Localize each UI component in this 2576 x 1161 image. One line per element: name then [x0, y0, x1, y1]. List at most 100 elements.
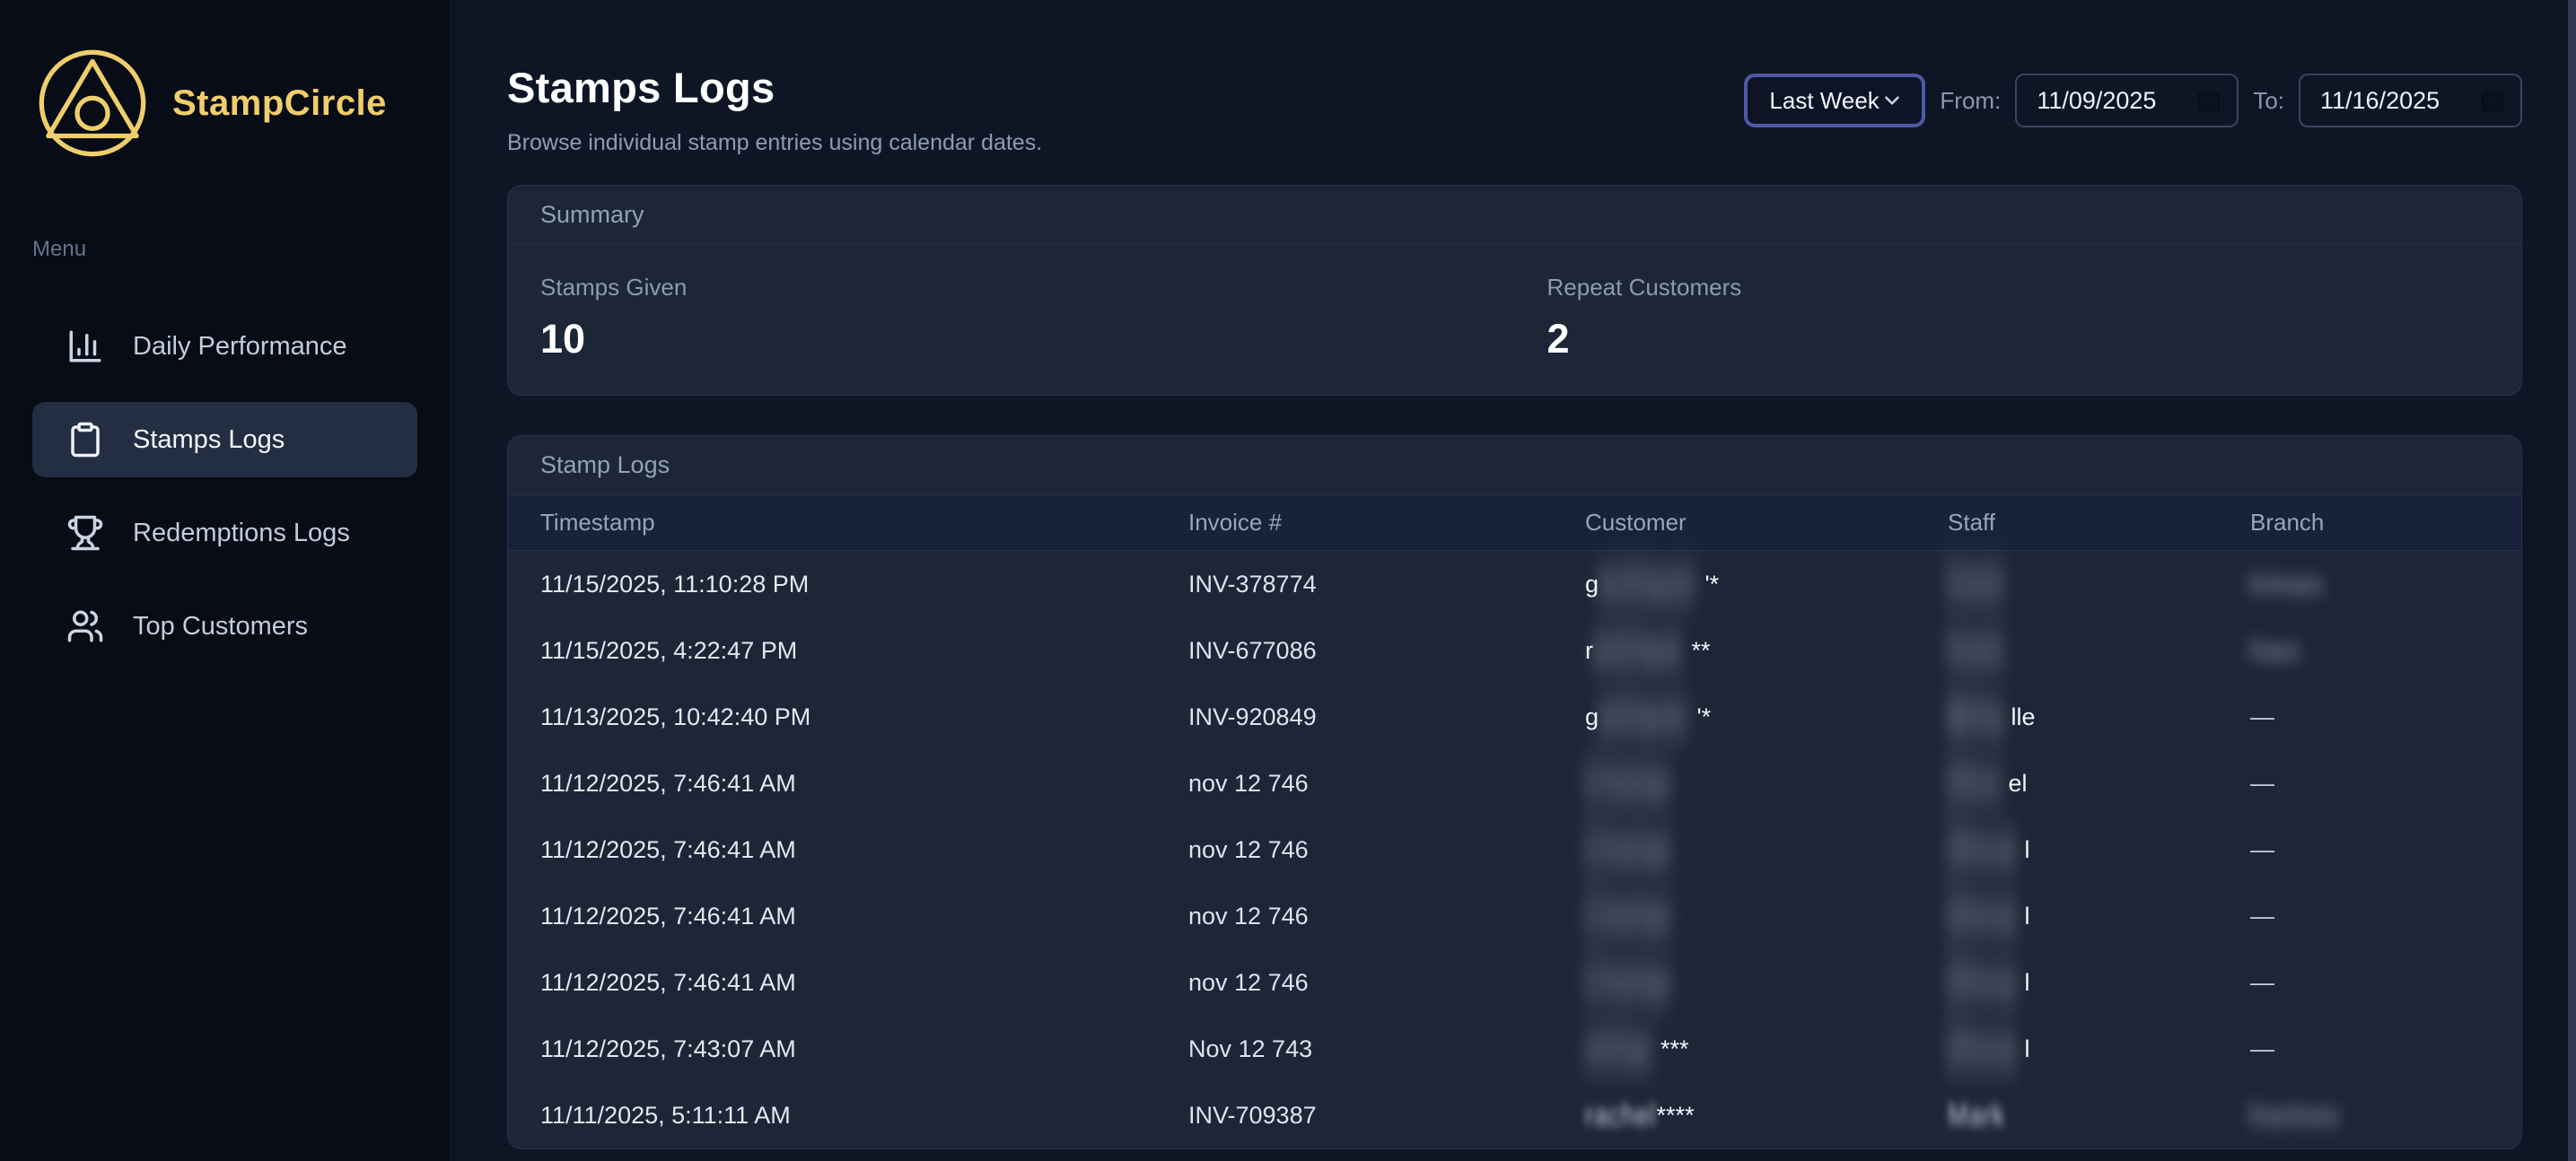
column-header-timestamp: Timestamp	[540, 509, 1188, 537]
from-label: From:	[1940, 87, 2001, 115]
sidebar-item-redemptions-logs[interactable]: Redemptions Logs	[32, 495, 417, 571]
main-content: Stamps Logs Browse individual stamp entr…	[450, 0, 2576, 1161]
column-header-customer: Customer	[1585, 509, 1948, 537]
column-header-branch: Branch	[2250, 509, 2521, 537]
visible-text-fragment: '*	[1697, 703, 1712, 730]
vertical-scrollbar[interactable]	[2568, 0, 2576, 1161]
table-row[interactable]: 11/12/2025, 7:46:41 AM nov 12 746 Chmlwi…	[508, 750, 2521, 816]
branch-cell: —	[2250, 1035, 2521, 1063]
stat-repeat-customers: Repeat Customers 2	[1515, 274, 2522, 362]
visible-text-fragment: '*	[1705, 571, 1720, 598]
sidebar: StampCircle Menu Daily Performance Stamp…	[0, 0, 450, 1161]
sidebar-item-top-customers[interactable]: Top Customers	[32, 589, 417, 664]
table-row[interactable]: 11/15/2025, 4:22:47 PM INV-677086 rmhllw…	[508, 617, 2521, 684]
calendar-icon[interactable]	[2479, 86, 2506, 115]
branch-cell: —	[2250, 770, 2521, 798]
sidebar-item-daily-performance[interactable]: Daily Performance	[32, 309, 417, 384]
redacted-blurred-text: Chmlwi	[1585, 821, 1673, 878]
visible-text-fragment: g	[1585, 571, 1599, 598]
summary-card: Summary Stamps Given 10 Repeat Customers…	[507, 185, 2522, 396]
staff-cell: Mihelle	[1948, 703, 2250, 731]
sidebar-item-label: Redemptions Logs	[133, 519, 350, 548]
app-window: StampCircle Menu Daily Performance Stamp…	[0, 0, 2576, 1161]
staff-cell: Dhniel	[1948, 836, 2250, 864]
page-subtitle: Browse individual stamp entries using ca…	[507, 130, 1042, 156]
invoice-cell: nov 12 746	[1188, 903, 1585, 930]
page-header: Stamps Logs Browse individual stamp entr…	[507, 0, 2522, 156]
timestamp-cell: 11/11/2025, 5:11:11 AM	[540, 1102, 1188, 1130]
from-date-value: 11/09/2025	[2037, 87, 2156, 115]
branch-cell: —	[2250, 969, 2521, 997]
staff-cell: Dhniel	[1948, 969, 2250, 997]
staff-cell: Dhniel	[1948, 770, 2250, 798]
timestamp-cell: 11/15/2025, 4:22:47 PM	[540, 637, 1188, 665]
branch-cell: —	[2250, 903, 2521, 930]
sidebar-item-label: Daily Performance	[133, 332, 347, 362]
redacted-blurred-text: Mark	[1948, 1097, 2005, 1133]
redacted-blurred-text: mihlwml	[1599, 555, 1696, 613]
calendar-icon[interactable]	[2195, 86, 2222, 115]
sidebar-nav: Daily Performance Stamps Logs Redemption…	[0, 309, 450, 664]
invoice-cell: nov 12 746	[1188, 836, 1585, 864]
invoice-cell: nov 12 746	[1188, 770, 1585, 798]
page-title: Stamps Logs	[507, 63, 1042, 112]
staff-cell: Mark	[1948, 1102, 2250, 1130]
redacted-blurred-text: hws	[2250, 634, 2301, 667]
bar-chart-icon	[66, 327, 104, 365]
visible-text-fragment: l	[2025, 903, 2030, 930]
sidebar-item-label: Stamps Logs	[133, 425, 285, 455]
branch-cell: —	[2250, 703, 2521, 731]
customer-cell: rachel****	[1585, 1102, 1948, 1130]
table-row[interactable]: 11/15/2025, 11:10:28 PM INV-378774 gmihl…	[508, 551, 2521, 617]
trophy-icon	[66, 514, 104, 552]
redacted-blurred-text: hmws	[2250, 568, 2325, 600]
customer-cell: mhlwi***	[1585, 1035, 1948, 1063]
timestamp-cell: 11/12/2025, 7:46:41 AM	[540, 770, 1188, 798]
invoice-cell: Nov 12 743	[1188, 1035, 1585, 1063]
redacted-blurred-text: Dhnie	[1948, 821, 2019, 878]
sidebar-item-stamps-logs[interactable]: Stamps Logs	[32, 402, 417, 477]
staff-cell: Dhniel	[1948, 1035, 2250, 1063]
redacted-blurred-text: Chmlwi	[1585, 755, 1673, 812]
visible-text-fragment: **	[1692, 637, 1711, 664]
table-body: 11/15/2025, 11:10:28 PM INV-378774 gmihl…	[508, 551, 2521, 1148]
to-date-input[interactable]: 11/16/2025	[2299, 74, 2522, 127]
from-date-input[interactable]: 11/09/2025	[2015, 74, 2239, 127]
visible-text-fragment: r	[1585, 637, 1593, 664]
table-row[interactable]: 11/13/2025, 10:42:40 PM INV-920849 gmhlw…	[508, 684, 2521, 750]
branch-cell: hwmes	[2250, 1102, 2521, 1130]
stampcircle-logo-icon	[36, 47, 149, 160]
stat-label: Repeat Customers	[1547, 274, 2522, 301]
stat-value: 10	[540, 316, 1515, 362]
visible-text-fragment: g	[1585, 703, 1599, 730]
redacted-blurred-text: Mihe	[1948, 688, 2006, 746]
timestamp-cell: 11/12/2025, 7:46:41 AM	[540, 903, 1188, 930]
branch-cell: hmws	[2250, 571, 2521, 598]
to-label: To:	[2253, 87, 2284, 115]
redacted-blurred-text: hlmli	[1948, 622, 2006, 679]
stamp-logs-card: Stamp Logs Timestamp Invoice # Customer …	[507, 435, 2522, 1149]
invoice-cell: INV-920849	[1188, 703, 1585, 731]
invoice-cell: INV-709387	[1188, 1102, 1585, 1130]
invoice-cell: INV-378774	[1188, 571, 1585, 598]
table-row[interactable]: 11/12/2025, 7:43:07 AM Nov 12 743 mhlwi*…	[508, 1016, 2521, 1082]
table-row[interactable]: 11/12/2025, 7:46:41 AM nov 12 746 Chmlwi…	[508, 883, 2521, 949]
summary-body: Stamps Given 10 Repeat Customers 2	[508, 245, 2521, 395]
timestamp-cell: 11/12/2025, 7:46:41 AM	[540, 969, 1188, 997]
column-header-invoice: Invoice #	[1188, 509, 1585, 537]
range-select[interactable]: Last Week	[1744, 74, 1925, 127]
customer-cell: gmhlwml'*	[1585, 703, 1948, 731]
users-icon	[66, 607, 104, 645]
visible-text-fragment: ****	[1657, 1102, 1695, 1129]
table-row[interactable]: 11/11/2025, 5:11:11 AM INV-709387 rachel…	[508, 1082, 2521, 1148]
staff-cell: Dhniel	[1948, 903, 2250, 930]
customer-cell: Chmlwi	[1585, 903, 1948, 930]
redacted-blurred-text: Dhnie	[1948, 887, 2019, 945]
table-row[interactable]: 11/12/2025, 7:46:41 AM nov 12 746 Chmlwi…	[508, 949, 2521, 1016]
table-row[interactable]: 11/12/2025, 7:46:41 AM nov 12 746 Chmlwi…	[508, 816, 2521, 883]
timestamp-cell: 11/12/2025, 7:43:07 AM	[540, 1035, 1188, 1063]
timestamp-cell: 11/15/2025, 11:10:28 PM	[540, 571, 1188, 598]
staff-cell: hlmli	[1948, 571, 2250, 598]
range-select-value: Last Week	[1769, 87, 1879, 115]
column-header-staff: Staff	[1948, 509, 2250, 537]
